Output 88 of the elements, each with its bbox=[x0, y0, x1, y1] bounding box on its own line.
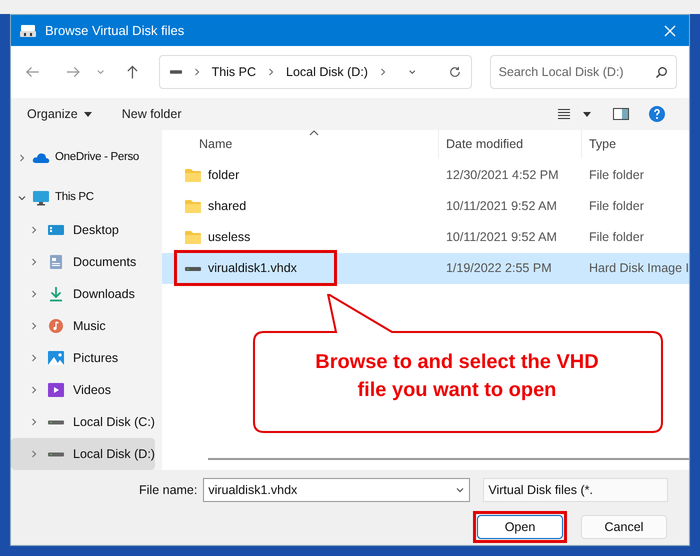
file-row[interactable]: useless 10/11/2021 9:52 AM File folder bbox=[162, 222, 689, 253]
drive-icon bbox=[48, 420, 64, 424]
sidebar-item[interactable]: Documents bbox=[11, 246, 155, 278]
search-icon[interactable] bbox=[655, 66, 668, 78]
sidebar-item[interactable]: OneDrive - Perso bbox=[11, 142, 155, 174]
close-icon[interactable] bbox=[663, 24, 677, 38]
callout-text: Browse to and select the VHD file you want to open bbox=[314, 350, 600, 403]
sidebar-label: Pictures bbox=[73, 350, 118, 367]
file-name: useless bbox=[208, 229, 250, 246]
music-icon bbox=[47, 318, 65, 334]
breadcrumb[interactable]: This PC bbox=[212, 62, 256, 82]
sidebar-item[interactable]: Music bbox=[11, 310, 155, 342]
drive-icon bbox=[48, 452, 64, 456]
file-row[interactable]: folder 12/30/2021 4:52 PM File folder bbox=[162, 160, 689, 191]
monitor-icon bbox=[32, 190, 50, 206]
file-name-field[interactable]: virualdisk1.vhdx bbox=[203, 478, 470, 502]
chevron-right-icon[interactable] bbox=[17, 153, 27, 163]
breadcrumb[interactable]: Local Disk (D:) bbox=[286, 62, 368, 82]
sidebar-label: OneDrive - Perso bbox=[55, 150, 140, 166]
cancel-button[interactable]: Cancel bbox=[581, 515, 667, 540]
date-modified: 10/11/2021 9:52 AM bbox=[444, 229, 558, 246]
sidebar-label: Downloads bbox=[73, 286, 135, 303]
window-title: Browse Virtual Disk files bbox=[45, 22, 184, 40]
file-name-label: File name: bbox=[139, 482, 198, 499]
sidebar-label: Documents bbox=[73, 254, 136, 271]
up-arrow-icon[interactable] bbox=[126, 64, 139, 80]
date-modified: 12/30/2021 4:52 PM bbox=[444, 167, 560, 184]
column-header[interactable]: Name bbox=[162, 130, 439, 158]
column-header[interactable]: Type bbox=[582, 130, 689, 158]
sidebar-label: This PC bbox=[55, 190, 94, 206]
file-type: Hard Disk Image I bbox=[588, 260, 689, 278]
sidebar-item[interactable]: Pictures bbox=[11, 342, 155, 374]
search-field[interactable]: Search Local Disk (D:) bbox=[490, 55, 677, 89]
chevron-right-icon[interactable] bbox=[29, 321, 39, 331]
sidebar-item[interactable]: Desktop bbox=[11, 214, 155, 246]
sidebar-label: Desktop bbox=[73, 222, 119, 239]
document-icon bbox=[47, 254, 65, 270]
desktop-icon bbox=[47, 222, 65, 238]
chevron-right-icon[interactable] bbox=[29, 417, 39, 427]
file-name: shared bbox=[208, 198, 246, 216]
sidebar-label: Music bbox=[73, 318, 106, 335]
folder-icon bbox=[184, 199, 202, 214]
date-modified: 1/19/2022 2:55 PM bbox=[444, 260, 553, 278]
date-modified: 10/11/2021 9:52 AM bbox=[444, 198, 558, 216]
sidebar-item[interactable]: Videos bbox=[11, 374, 155, 406]
file-row[interactable]: virualdisk1.vhdx 1/19/2022 2:55 PM Hard Disk Image I bbox=[162, 253, 689, 284]
sidebar-label: Local Disk (D:) bbox=[73, 446, 155, 463]
folder-icon bbox=[184, 230, 202, 245]
sidebar-item[interactable]: Local Disk (C:) bbox=[11, 406, 155, 438]
dropdown-icon bbox=[84, 112, 92, 116]
open-button[interactable]: Open bbox=[477, 515, 563, 540]
address-bar[interactable]: This PC Local Disk (D:) bbox=[158, 55, 472, 89]
download-icon bbox=[47, 286, 65, 302]
chevron-right-icon[interactable] bbox=[29, 385, 39, 395]
new-folder-button[interactable]: New folder bbox=[122, 104, 182, 124]
file-name: folder bbox=[208, 167, 240, 184]
chevron-right-icon[interactable] bbox=[29, 225, 39, 235]
chevron-right-icon[interactable] bbox=[29, 449, 39, 459]
file-type: File folder bbox=[588, 229, 644, 246]
column-header[interactable]: Date modified bbox=[438, 130, 582, 158]
dropdown-icon[interactable] bbox=[583, 112, 591, 116]
help-icon[interactable] bbox=[649, 106, 665, 122]
list-view-icon[interactable] bbox=[557, 108, 571, 120]
chevron-right-icon[interactable] bbox=[29, 353, 39, 363]
refresh-icon[interactable] bbox=[448, 65, 461, 79]
chevron-down-icon[interactable] bbox=[455, 485, 466, 495]
forward-arrow-icon[interactable] bbox=[66, 65, 80, 79]
chevron-right-icon[interactable] bbox=[29, 289, 39, 299]
file-row[interactable]: shared 10/11/2021 9:52 AM File folder bbox=[162, 191, 689, 222]
video-icon bbox=[47, 382, 65, 398]
chevron-right-icon[interactable] bbox=[29, 257, 39, 267]
chevron-down-icon[interactable] bbox=[17, 193, 27, 203]
sidebar-item[interactable]: Local Disk (D:) bbox=[11, 438, 155, 470]
drive-icon bbox=[19, 24, 37, 38]
folder-icon bbox=[184, 168, 202, 183]
picture-icon bbox=[47, 350, 65, 366]
back-arrow-icon[interactable] bbox=[25, 65, 40, 79]
file-type-dropdown[interactable]: Virtual Disk files (*. bbox=[483, 478, 668, 502]
file-type: File folder bbox=[588, 167, 644, 184]
preview-pane-icon[interactable] bbox=[613, 108, 629, 120]
sidebar-item[interactable]: Downloads bbox=[11, 278, 155, 310]
file-type: File folder bbox=[588, 198, 644, 216]
drive-icon bbox=[170, 69, 182, 75]
file-name: virualdisk1.vhdx bbox=[208, 260, 297, 278]
sidebar-label: Videos bbox=[73, 382, 111, 399]
sidebar-item[interactable]: This PC bbox=[11, 182, 155, 214]
sidebar-label: Local Disk (C:) bbox=[73, 414, 155, 431]
organize-button[interactable]: Organize bbox=[27, 104, 92, 124]
